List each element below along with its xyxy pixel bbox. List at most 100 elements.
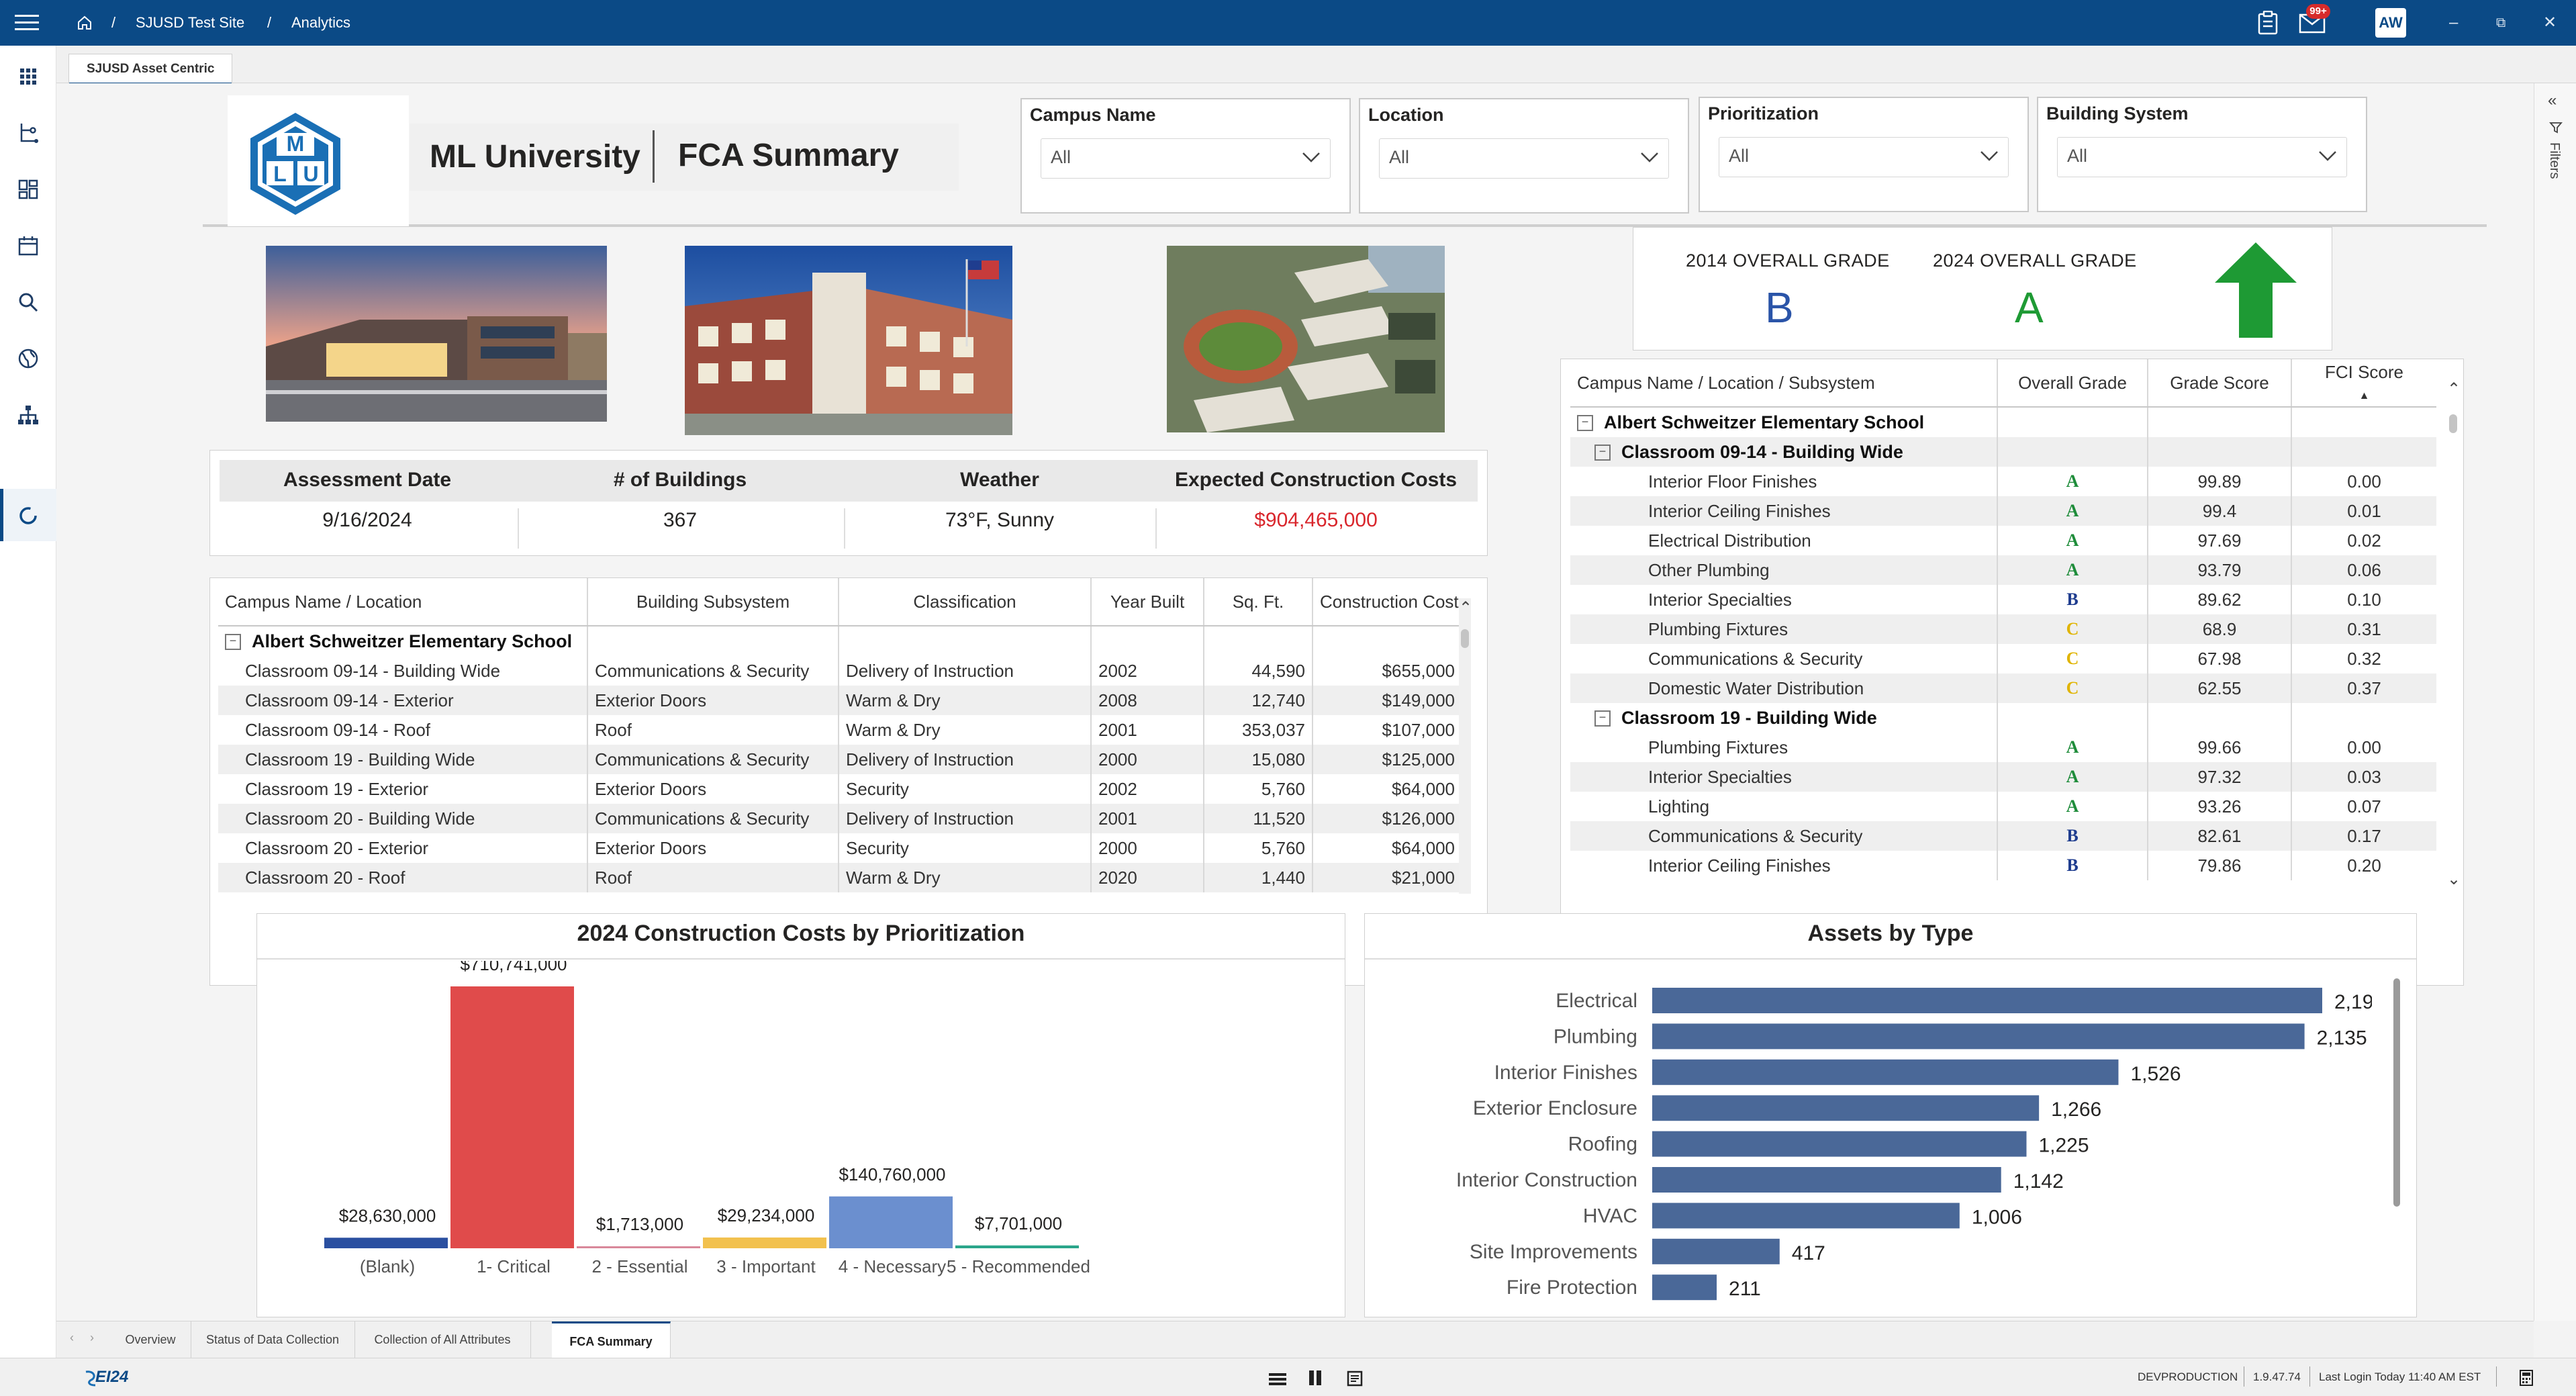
campus-name-dropdown[interactable]: All	[1041, 138, 1331, 179]
breadcrumb-site[interactable]: SJUSD Test Site	[136, 0, 244, 46]
scroll-down-icon[interactable]: ⌄	[2447, 870, 2461, 889]
cell-classification: Warm & Dry	[839, 686, 1092, 715]
table-row[interactable]: Classroom 19 - Exterior Exterior Doors Sec…	[218, 774, 1462, 804]
bar-1[interactable]	[324, 1238, 448, 1248]
scroll-thumb[interactable]	[1461, 629, 1469, 648]
table-row[interactable]: Plumbing Fixtures C 68.9 0.31	[1570, 614, 2436, 644]
avatar[interactable]: AW	[2375, 8, 2406, 38]
cell-subsystem: Interior Specialties	[1570, 762, 1998, 792]
table-row[interactable]: Classroom 20 - Building Wide Communicatio…	[218, 804, 1462, 833]
tab-fca-summary[interactable]: FCA Summary	[552, 1321, 671, 1360]
table-row[interactable]: Plumbing Fixtures A 99.66 0.00	[1570, 733, 2436, 762]
bar-hvac[interactable]	[1652, 1203, 1960, 1229]
breadcrumb-analytics[interactable]: Analytics	[291, 0, 350, 46]
workflow-icon[interactable]	[16, 121, 40, 145]
col-header-sq-ft[interactable]: Sq. Ft.	[1204, 578, 1313, 626]
data-label: $710,741,000	[460, 961, 567, 974]
document-view-icon[interactable]	[1347, 1370, 1363, 1387]
table-row[interactable]: Domestic Water Distribution C 62.55 0.37	[1570, 673, 2436, 703]
close-icon[interactable]: ✕	[2543, 0, 2557, 46]
chart-title: Assets by Type	[1807, 921, 1974, 946]
collapse-icon[interactable]: −	[1594, 445, 1611, 461]
filters-pane-collapsed[interactable]: « Filters	[2534, 83, 2576, 1321]
bar-interior-construction[interactable]	[1652, 1167, 2001, 1193]
list-view-icon[interactable]	[1269, 1372, 1286, 1385]
prioritization-dropdown[interactable]: All	[1719, 137, 2009, 177]
bar-6[interactable]	[955, 1245, 1079, 1248]
clipboard-icon[interactable]	[2257, 11, 2279, 35]
tab-status-of-data-collection[interactable]: Status of Data Collection	[191, 1321, 355, 1358]
dashboard-icon[interactable]	[16, 177, 40, 201]
table-row[interactable]: Classroom 09-14 - Building Wide Communica…	[218, 656, 1462, 686]
scroll-thumb[interactable]	[2449, 414, 2457, 433]
tab-sjusd-asset-centric[interactable]: SJUSD Asset Centric	[68, 54, 233, 85]
building-system-dropdown[interactable]: All	[2057, 137, 2347, 177]
globe-icon[interactable]	[16, 346, 40, 371]
search-icon[interactable]	[16, 290, 40, 314]
bar-site-improvements[interactable]	[1652, 1238, 1780, 1264]
table-row[interactable]: Communications & Security C 67.98 0.32	[1570, 644, 2436, 673]
bar-exterior-enclosure[interactable]	[1652, 1095, 2040, 1121]
table-row[interactable]: Classroom 19 - Building Wide Communicatio…	[218, 745, 1462, 774]
table-row[interactable]: Classroom 20 - Exterior Exterior Doors Sec…	[218, 833, 1462, 863]
bar-fire-protection[interactable]	[1652, 1274, 1717, 1301]
bar-5[interactable]	[829, 1196, 953, 1248]
scrollbar[interactable]: ⌃ ⌄	[2447, 379, 2461, 977]
col-header-year-built[interactable]: Year Built	[1091, 578, 1204, 626]
calendar-icon[interactable]	[16, 234, 40, 258]
collapse-icon[interactable]: −	[1577, 415, 1593, 432]
scroll-thumb[interactable]	[2393, 978, 2400, 1207]
table-row[interactable]: Classroom 09-14 - Roof Roof Warm & Dry 2001…	[218, 715, 1462, 745]
col-header-fci-score[interactable]: FCI Score ▲	[2291, 359, 2436, 408]
tab-collection-of-all-attributes[interactable]: Collection of All Attributes	[354, 1321, 531, 1358]
col-header-overall-grade[interactable]: Overall Grade	[1997, 359, 2148, 408]
bar-2[interactable]	[450, 986, 574, 1248]
location-dropdown[interactable]: All	[1379, 138, 1669, 179]
analytics-icon[interactable]	[16, 504, 40, 528]
bar-plumbing[interactable]	[1652, 1023, 2305, 1050]
hierarchy-icon[interactable]	[16, 403, 40, 427]
split-view-icon[interactable]	[1308, 1370, 1323, 1385]
col-header-building-subsystem[interactable]: Building Subsystem	[587, 578, 839, 626]
minimize-icon[interactable]: –	[2449, 0, 2458, 46]
table-row[interactable]: Classroom 20 - Roof Roof Warm & Dry 2020 1,4…	[218, 863, 1462, 892]
table-row[interactable]: Interior Specialties A 97.32 0.03	[1570, 762, 2436, 792]
apps-grid-icon[interactable]	[16, 64, 40, 89]
filter-icon	[2549, 122, 2563, 134]
bar-interior-finishes[interactable]	[1652, 1059, 2119, 1085]
prev-page-icon[interactable]: ‹	[70, 1331, 74, 1345]
restore-icon[interactable]: ⧉	[2496, 0, 2506, 46]
table-row[interactable]: Lighting A 93.26 0.07	[1570, 792, 2436, 821]
logo-letter-u: U	[303, 162, 318, 186]
home-icon[interactable]	[77, 15, 93, 31]
collapse-icon[interactable]: −	[225, 634, 241, 651]
col-header-classification[interactable]: Classification	[839, 578, 1092, 626]
table-row[interactable]: Interior Floor Finishes A 99.89 0.00	[1570, 467, 2436, 496]
sort-ascending-icon[interactable]: ▲	[2359, 390, 2370, 402]
table-row[interactable]: Interior Specialties B 89.62 0.10	[1570, 585, 2436, 614]
bar-electrical[interactable]	[1652, 988, 2322, 1013]
scrollbar[interactable]	[2392, 978, 2401, 1301]
bar-roofing[interactable]	[1652, 1131, 2027, 1157]
hamburger-menu-icon[interactable]	[15, 13, 39, 32]
table-row[interactable]: Interior Ceiling Finishes A 99.4 0.01	[1570, 496, 2436, 526]
next-page-icon[interactable]: ›	[90, 1331, 94, 1345]
table-row[interactable]: Other Plumbing A 93.79 0.06	[1570, 555, 2436, 585]
scroll-up-icon[interactable]: ⌃	[2447, 379, 2461, 399]
expand-pane-icon[interactable]: «	[2548, 91, 2557, 110]
scroll-up-icon[interactable]: ⌃	[1459, 598, 1472, 618]
tab-overview[interactable]: Overview	[110, 1321, 191, 1358]
collapse-icon[interactable]: −	[1594, 710, 1611, 727]
col-header-grade-score[interactable]: Grade Score	[2148, 359, 2292, 408]
table-row[interactable]: Electrical Distribution A 97.69 0.02	[1570, 526, 2436, 555]
col-header-subsystem[interactable]: Campus Name / Location / Subsystem	[1570, 359, 1998, 408]
scrollbar[interactable]: ⌃ ⌄	[1459, 598, 1472, 927]
bar-3[interactable]	[577, 1246, 700, 1248]
table-row[interactable]: Classroom 09-14 - Exterior Exterior Doors…	[218, 686, 1462, 715]
col-header-construction-costs[interactable]: Construction Costs	[1313, 578, 1462, 626]
col-header-campus-location[interactable]: Campus Name / Location	[218, 578, 588, 626]
table-row[interactable]: Interior Ceiling Finishes B 79.86 0.20	[1570, 851, 2436, 880]
table-row[interactable]: Communications & Security B 82.61 0.17	[1570, 821, 2436, 851]
calculator-icon[interactable]	[2519, 1369, 2534, 1387]
bar-4[interactable]	[703, 1237, 826, 1248]
